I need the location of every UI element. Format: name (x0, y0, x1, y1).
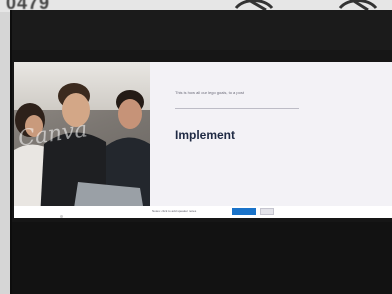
cursor-dot (60, 215, 63, 218)
slide-heading: Implement (175, 128, 236, 142)
wifi-off-icon (338, 0, 378, 10)
secondary-button[interactable] (260, 208, 274, 215)
wifi-off-icon (234, 0, 274, 10)
device-screen: Canva This is how all our lego goals, to… (10, 10, 392, 294)
slide-footer-bar: Notes: click to add speaker notes (14, 206, 392, 218)
present-button[interactable] (232, 208, 256, 215)
slide-divider (175, 108, 299, 109)
slide-photo: Canva (14, 62, 150, 218)
slide-text-area: This is how all our lego goals, to a pos… (169, 62, 389, 218)
screen-topbar (12, 10, 392, 50)
presentation-slide[interactable]: Canva This is how all our lego goals, to… (14, 62, 392, 218)
slide-subtitle: This is how all our lego goals, to a pos… (175, 90, 244, 95)
screen-bottom-area (12, 222, 392, 294)
speaker-notes-label[interactable]: Notes: click to add speaker notes (152, 209, 196, 213)
